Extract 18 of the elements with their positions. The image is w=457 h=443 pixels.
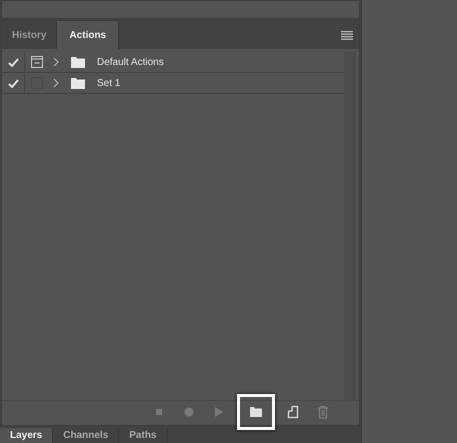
checkmark-icon[interactable] — [8, 58, 18, 66]
folder-icon — [71, 56, 85, 68]
folder-icon — [248, 404, 264, 420]
checkmark-icon[interactable] — [8, 78, 18, 88]
chevron-icon[interactable] — [53, 78, 59, 88]
trash-icon — [315, 404, 331, 420]
chevron-icon[interactable] — [53, 57, 59, 67]
panel-tab[interactable]: Paths — [119, 428, 168, 443]
new-page-icon — [285, 404, 301, 420]
folder-icon — [71, 78, 85, 88]
toolbar-button[interactable] — [237, 394, 275, 430]
action-set-name[interactable]: Default Actions — [97, 56, 164, 68]
panel-tab[interactable]: Channels — [53, 428, 120, 443]
panel-tab[interactable]: Actions — [57, 21, 120, 49]
action-set-name[interactable]: Set 1 — [97, 78, 120, 88]
panel-tab[interactable]: Layers — [0, 428, 54, 443]
menu-icon[interactable] — [341, 30, 353, 40]
dialog-toggle-icon[interactable] — [31, 56, 43, 68]
